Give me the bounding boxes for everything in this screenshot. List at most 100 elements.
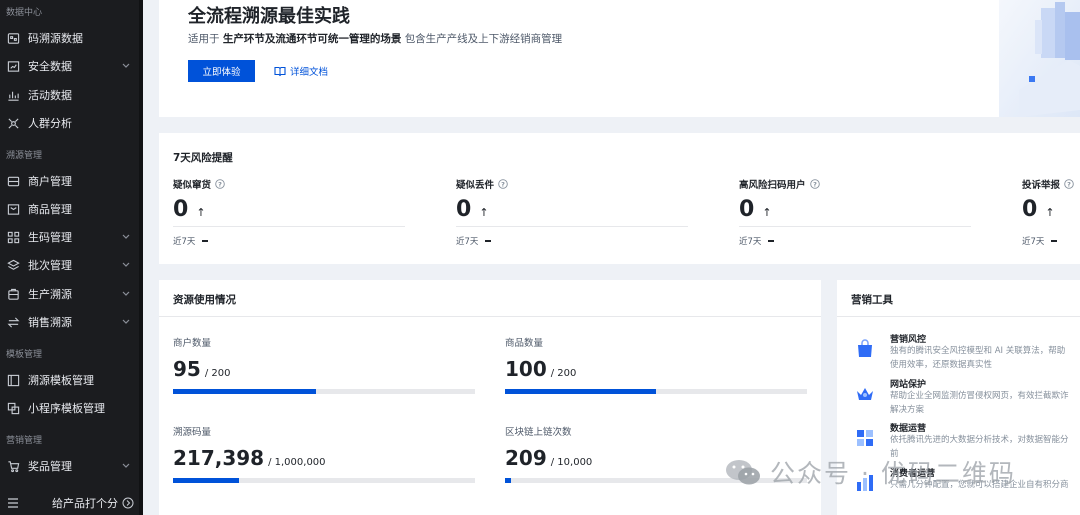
product-icon	[6, 202, 20, 216]
stat-name: 区块链上链次数	[505, 427, 572, 438]
metric-divider	[456, 226, 688, 227]
hero-subtitle: 适用于 生产环节及流通环节可统一管理的场景 包含生产产线及上下游经销商管理	[188, 31, 562, 46]
sidebar-item-label: 码溯源数据	[28, 32, 83, 45]
marketing-item-desc-cont: 解决方案	[890, 405, 925, 415]
metric-value: 0	[456, 197, 472, 222]
trend-dash	[1051, 240, 1058, 242]
sidebar-item-code-generation[interactable]: 生码管理	[0, 226, 143, 248]
card-divider	[159, 316, 821, 317]
up-arrow-icon: ↑	[1045, 206, 1055, 219]
marketing-card-title: 营销工具	[851, 294, 893, 306]
try-now-button[interactable]: 立即体验	[188, 60, 255, 82]
stat-name: 商户数量	[173, 338, 212, 349]
stat-used: 95	[173, 357, 201, 381]
stat-product-count: 商品数量 100/ 200	[505, 335, 807, 394]
docs-link[interactable]: 详细文档	[274, 60, 328, 82]
sidebar-item-trace-template[interactable]: 溯源模板管理	[0, 369, 143, 391]
crown-icon	[857, 388, 873, 400]
help-icon[interactable]: ?	[498, 179, 508, 189]
section-trace-management: 溯源管理	[6, 151, 43, 161]
chevron-down-icon[interactable]	[121, 460, 131, 470]
up-arrow-icon: ↑	[196, 206, 206, 219]
shield-data-icon	[6, 59, 20, 73]
sidebar: 数据中心 码溯源数据 安全数据 活动数据 人群分析 溯源管理 商户管理 商品管理…	[0, 0, 143, 515]
stat-merchant-count: 商户数量 95/ 200	[173, 335, 475, 394]
metric-value: 0	[1022, 197, 1038, 222]
help-icon[interactable]: ?	[1064, 179, 1074, 189]
sidebar-item-batch[interactable]: 批次管理	[0, 254, 143, 276]
sidebar-item-label: 活动数据	[28, 89, 72, 102]
sidebar-item-code-trace-data[interactable]: 码溯源数据	[0, 27, 143, 49]
chevron-down-icon[interactable]	[121, 316, 131, 326]
hero-illustration	[999, 0, 1080, 117]
metric-name: 疑似丢件	[456, 180, 495, 191]
docs-link-label: 详细文档	[290, 67, 329, 78]
svg-text:?: ?	[501, 180, 505, 188]
hero-sub-bold: 生产环节及流通环节可统一管理的场景	[222, 33, 402, 45]
trend-dash	[485, 240, 492, 242]
stat-total: / 10,000	[550, 457, 593, 468]
marketing-item-desc: 帮助企业全网监测仿冒侵权网页，有效拦截欺诈	[890, 391, 1069, 401]
metric-value: 0	[739, 197, 755, 222]
chevron-down-icon[interactable]	[121, 259, 131, 269]
metric-name: 投诉举报	[1022, 180, 1061, 191]
sidebar-item-sales-trace[interactable]: 销售溯源	[0, 311, 143, 333]
sidebar-item-prize[interactable]: 奖品管理	[0, 455, 143, 477]
section-template-management: 模板管理	[6, 350, 43, 360]
svg-text:?: ?	[1067, 180, 1071, 188]
marketing-item-desc-cont: 使用效率，还原数据真实性	[890, 360, 993, 370]
shopping-bag-icon	[858, 339, 872, 357]
marketing-item-title: 数据运营	[890, 424, 927, 434]
stat-total: / 200	[204, 368, 231, 379]
sidebar-item-crowd-analysis[interactable]: 人群分析	[0, 112, 143, 134]
chart-bars-icon	[857, 475, 873, 491]
sidebar-item-miniprogram-template[interactable]: 小程序模板管理	[0, 397, 143, 419]
sidebar-item-label: 人群分析	[28, 117, 72, 130]
metric-value: 0	[173, 197, 189, 222]
arrow-circle-icon[interactable]	[122, 497, 134, 509]
sidebar-item-label: 销售溯源	[28, 316, 72, 329]
metric-period: 近7天	[456, 237, 479, 247]
trend-dash	[202, 240, 209, 242]
chevron-down-icon[interactable]	[121, 288, 131, 298]
chevron-down-icon[interactable]	[121, 60, 131, 70]
metric-period: 近7天	[173, 237, 196, 247]
feedback-link[interactable]: 给产品打个分	[52, 495, 118, 511]
sidebar-item-activity-data[interactable]: 活动数据	[0, 84, 143, 106]
sidebar-item-label: 奖品管理	[28, 460, 72, 473]
book-icon	[274, 66, 286, 77]
marketing-item-desc: 依托腾讯先进的大数据分析技术，对数据智能分	[890, 435, 1069, 445]
hero-sub-prefix: 适用于	[188, 33, 220, 45]
trend-dash	[768, 240, 775, 242]
stat-used: 209	[505, 446, 547, 470]
menu-collapse-icon[interactable]	[6, 496, 20, 510]
section-marketing-management: 营销管理	[6, 436, 43, 446]
help-icon[interactable]: ?	[809, 179, 820, 189]
stat-name: 溯源码量	[173, 427, 212, 438]
usage-progress-fill	[505, 478, 512, 483]
metric-period: 近7天	[739, 237, 762, 247]
svg-text:?: ?	[813, 180, 817, 188]
metric-name: 疑似窜货	[173, 180, 212, 191]
sidebar-item-label: 批次管理	[28, 259, 72, 272]
stat-blockchain-count: 区块链上链次数 209/ 10,000	[505, 424, 807, 483]
data-grid-icon	[857, 430, 873, 446]
sidebar-scrollbar[interactable]	[139, 0, 143, 515]
sidebar-item-security-data[interactable]: 安全数据	[0, 55, 143, 77]
usage-progress-bar	[173, 478, 475, 483]
help-icon[interactable]: ?	[215, 179, 225, 189]
usage-progress-bar	[173, 389, 475, 394]
chevron-down-icon[interactable]	[121, 231, 131, 241]
sidebar-item-production-trace[interactable]: 生产溯源	[0, 283, 143, 305]
sidebar-item-merchant[interactable]: 商户管理	[0, 170, 143, 192]
metric-name: 高风险扫码用户	[739, 180, 806, 191]
sidebar-footer: 给产品打个分	[0, 490, 143, 515]
metric-divider	[173, 226, 405, 227]
sidebar-item-label: 小程序模板管理	[28, 402, 105, 415]
grid-icon	[6, 230, 20, 244]
stat-trace-code-count: 溯源码量 217,398/ 1,000,000	[173, 424, 475, 483]
sidebar-item-product[interactable]: 商品管理	[0, 198, 143, 220]
activity-chart-icon	[6, 88, 20, 102]
usage-progress-bar	[505, 478, 807, 483]
metric-complaint-report: 投诉举报 ? 0 ↑ 近7天	[1022, 177, 1080, 247]
